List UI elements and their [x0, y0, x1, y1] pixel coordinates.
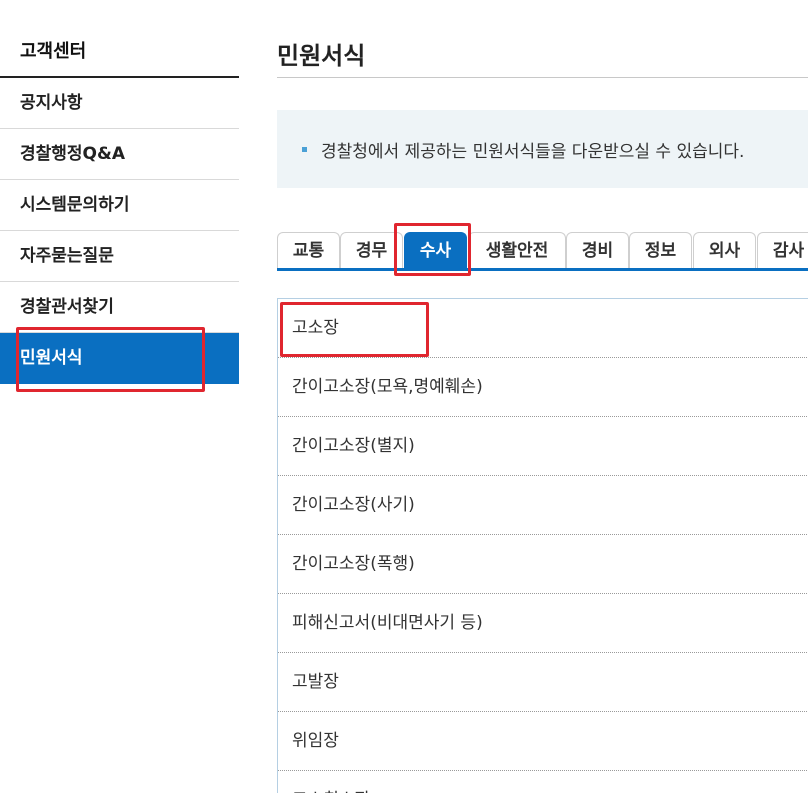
list-item-simple-complaint-attachment[interactable]: 간이고소장(별지) [278, 417, 808, 476]
list-item-simple-complaint-fraud[interactable]: 간이고소장(사기) [278, 476, 808, 535]
page: 고객센터 공지사항 경찰행정Q&A 시스템문의하기 자주묻는질문 경찰관서찾기 … [0, 0, 808, 793]
tab-audit[interactable]: 감사 [757, 232, 808, 268]
list-item-complaint[interactable]: 고소장 [278, 299, 808, 358]
sidebar-item-notice[interactable]: 공지사항 [0, 78, 239, 129]
list-item-accusation[interactable]: 고발장 [278, 653, 808, 712]
tab-public-safety[interactable]: 생활안전 [468, 232, 566, 268]
list-item-damage-report[interactable]: 피해신고서(비대면사기 등) [278, 594, 808, 653]
tab-general-affairs[interactable]: 경무 [340, 232, 403, 268]
sidebar-item-forms[interactable]: 민원서식 [0, 333, 239, 384]
title-divider [277, 77, 808, 78]
list-item-power-of-attorney[interactable]: 위임장 [278, 712, 808, 771]
list-item-simple-complaint-assault[interactable]: 간이고소장(폭행) [278, 535, 808, 594]
info-box: 경찰청에서 제공하는 민원서식들을 다운받으실 수 있습니다. [277, 110, 808, 188]
sidebar-item-qna[interactable]: 경찰행정Q&A [0, 129, 239, 180]
tab-investigation[interactable]: 수사 [404, 232, 467, 268]
sidebar-item-find-station[interactable]: 경찰관서찾기 [0, 282, 239, 333]
info-text: 경찰청에서 제공하는 민원서식들을 다운받으실 수 있습니다. [321, 142, 745, 162]
tab-security[interactable]: 경비 [566, 232, 629, 268]
tab-foreign-affairs[interactable]: 외사 [693, 232, 756, 268]
list-item-complaint-withdrawal[interactable]: 고소취소장 [278, 771, 808, 793]
tab-intelligence[interactable]: 정보 [629, 232, 692, 268]
sidebar-title: 고객센터 [0, 26, 239, 78]
forms-list: 고소장 간이고소장(모욕,명예훼손) 간이고소장(별지) 간이고소장(사기) 간… [277, 298, 808, 793]
bullet-icon [302, 147, 307, 152]
sidebar: 고객센터 공지사항 경찰행정Q&A 시스템문의하기 자주묻는질문 경찰관서찾기 … [0, 26, 239, 384]
page-title: 민원서식 [277, 42, 366, 70]
tab-traffic[interactable]: 교통 [277, 232, 340, 268]
tab-underline [277, 268, 808, 271]
sidebar-item-faq[interactable]: 자주묻는질문 [0, 231, 239, 282]
category-tabs: 교통 경무 수사 생활안전 경비 정보 외사 감사 [277, 232, 808, 272]
sidebar-item-system-inquiry[interactable]: 시스템문의하기 [0, 180, 239, 231]
list-item-simple-complaint-insult[interactable]: 간이고소장(모욕,명예훼손) [278, 358, 808, 417]
